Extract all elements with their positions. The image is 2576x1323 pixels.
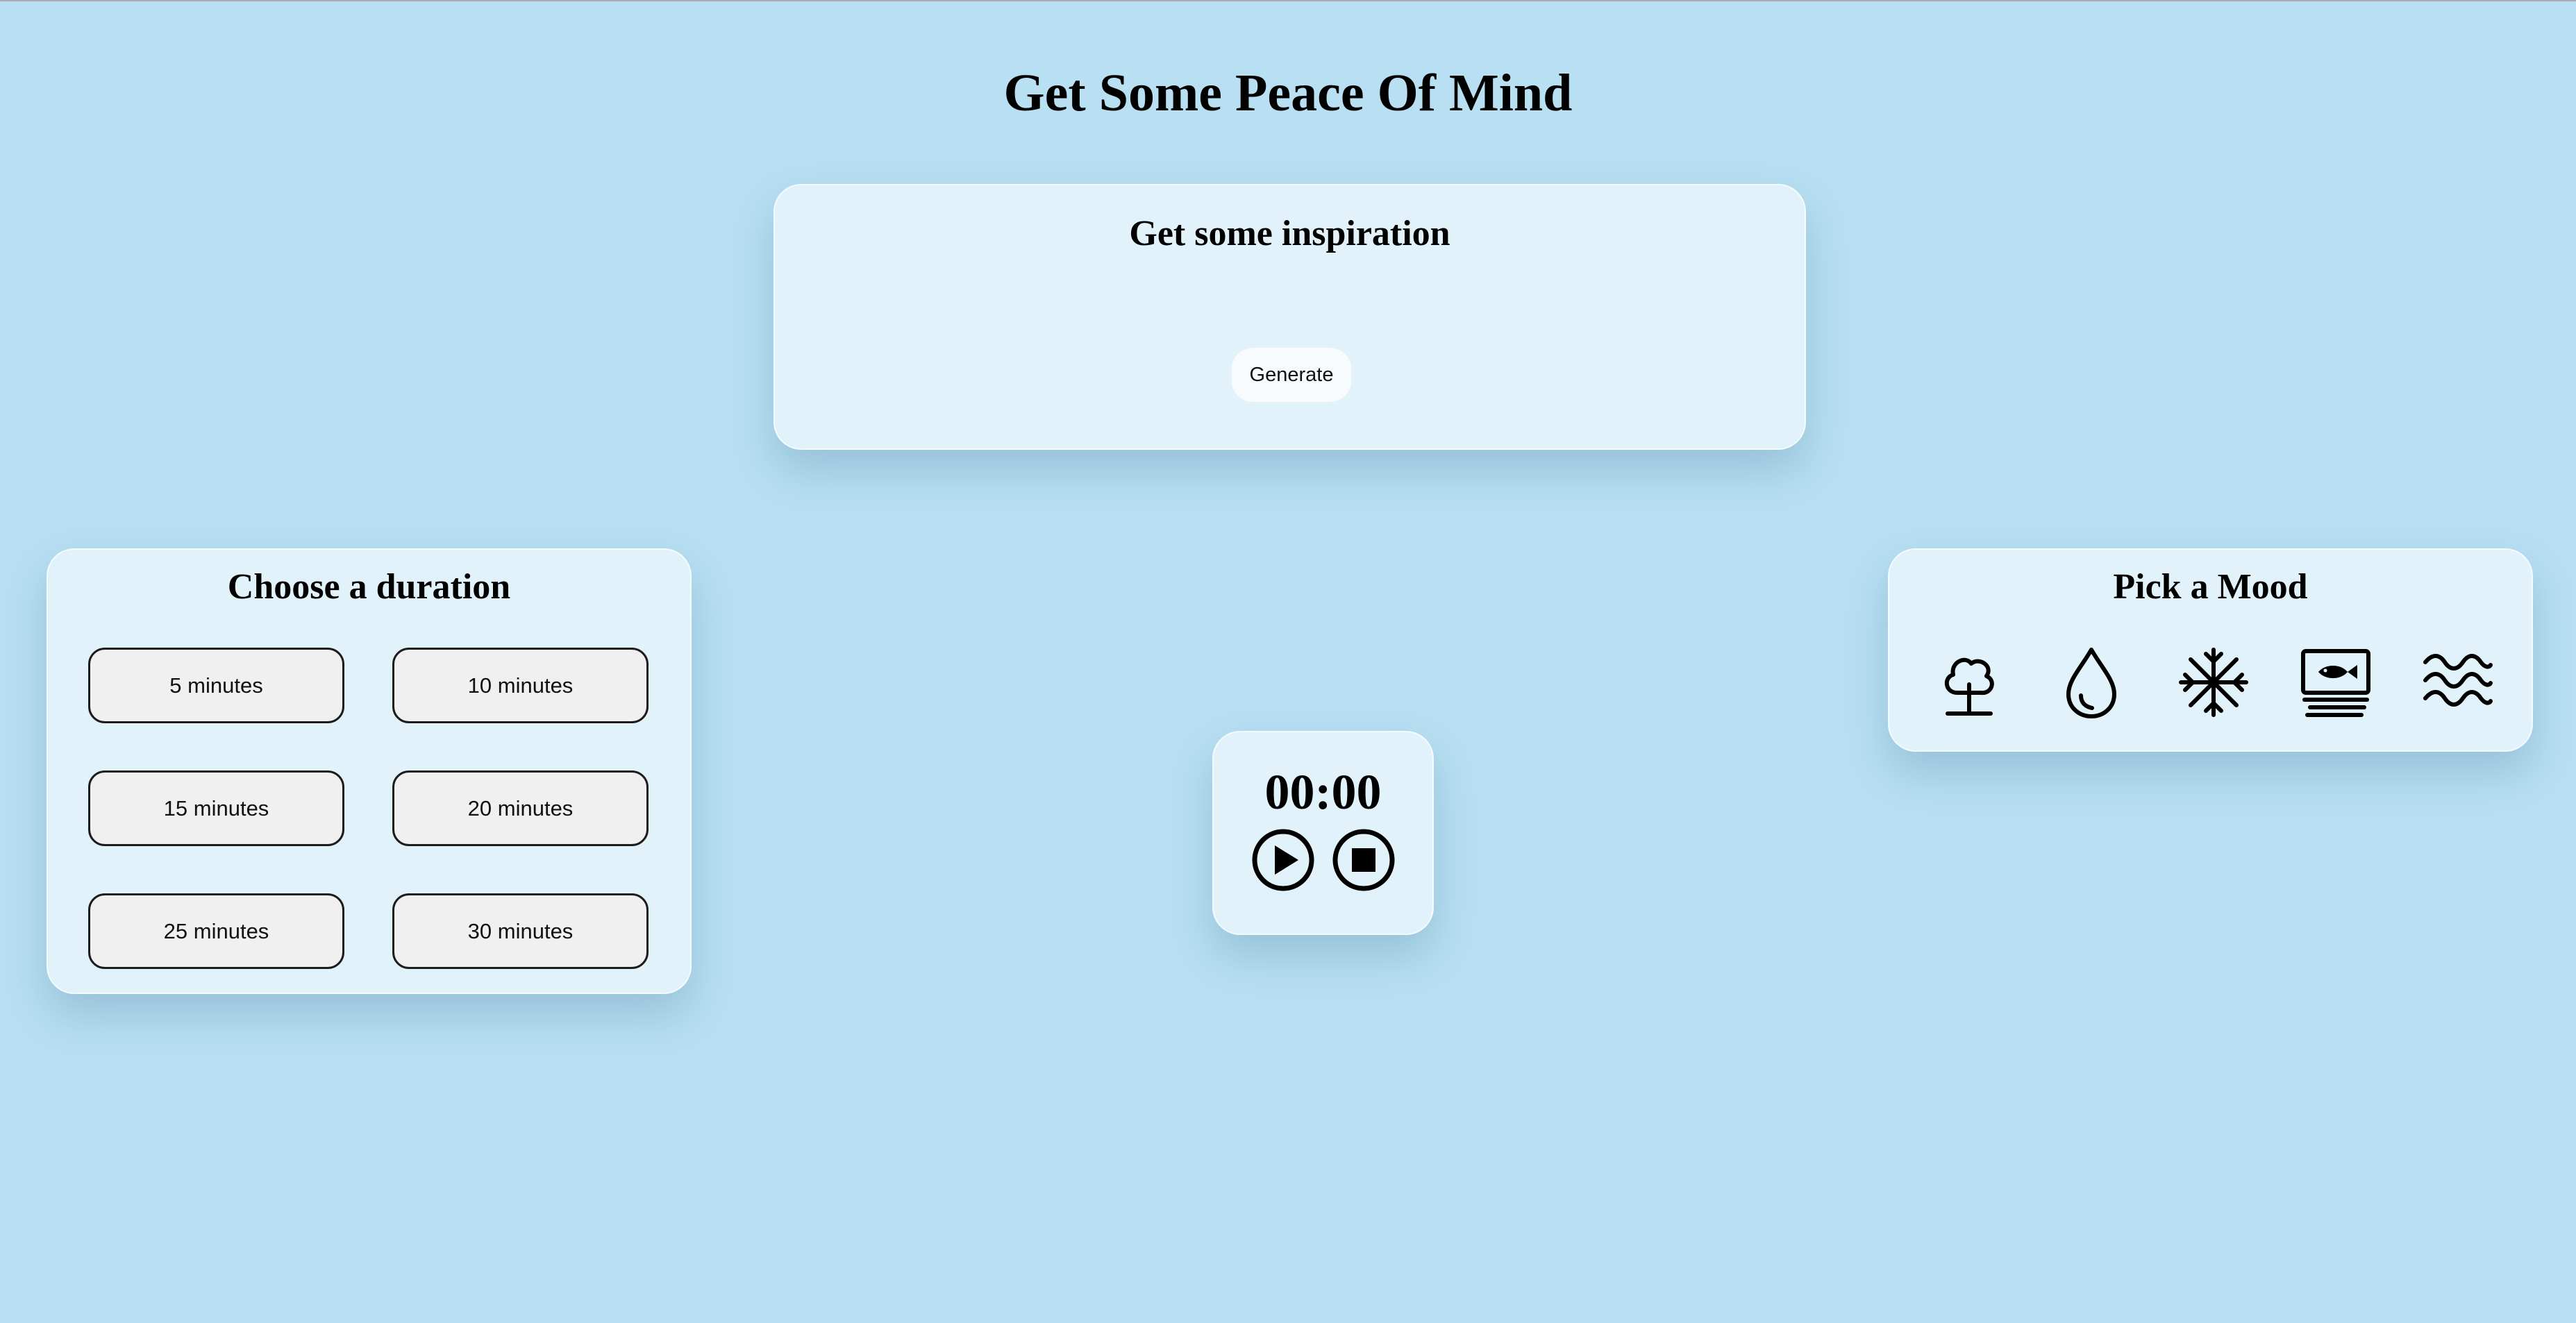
timer-display: 00:00	[1264, 764, 1382, 820]
mood-waves-button[interactable]	[2420, 644, 2496, 721]
mood-card: Pick a Mood	[1888, 548, 2533, 752]
inspiration-card: Get some inspiration Generate	[773, 184, 1806, 450]
duration-10-minutes-button[interactable]: 10 minutes	[392, 648, 649, 723]
duration-card: Choose a duration 5 minutes 10 minutes 1…	[47, 548, 692, 994]
mood-snow-button[interactable]	[2175, 644, 2252, 721]
waves-icon	[2423, 654, 2493, 707]
stop-button[interactable]	[1332, 828, 1396, 892]
inspiration-title: Get some inspiration	[1129, 214, 1450, 253]
timer-card: 00:00	[1212, 731, 1434, 935]
mood-tree-button[interactable]	[1931, 644, 2007, 721]
mood-aquarium-button[interactable]	[2298, 644, 2374, 721]
play-icon	[1252, 829, 1314, 891]
page-title: Get Some Peace Of Mind	[1003, 64, 1573, 122]
tree-icon	[1945, 657, 1994, 716]
duration-title: Choose a duration	[227, 567, 511, 607]
water-drop-icon	[2066, 648, 2116, 718]
generate-button[interactable]: Generate	[1232, 348, 1351, 402]
duration-20-minutes-button[interactable]: 20 minutes	[392, 770, 649, 846]
aquarium-icon	[2301, 649, 2370, 717]
duration-25-minutes-button[interactable]: 25 minutes	[88, 893, 344, 969]
stop-icon	[1332, 829, 1395, 891]
duration-5-minutes-button[interactable]: 5 minutes	[88, 648, 344, 723]
snowflake-icon	[2179, 648, 2248, 717]
duration-30-minutes-button[interactable]: 30 minutes	[392, 893, 649, 969]
mood-water-button[interactable]	[2053, 644, 2130, 721]
top-border	[0, 0, 2576, 1]
play-button[interactable]	[1251, 828, 1315, 892]
duration-15-minutes-button[interactable]: 15 minutes	[88, 770, 344, 846]
mood-title: Pick a Mood	[2113, 567, 2308, 607]
